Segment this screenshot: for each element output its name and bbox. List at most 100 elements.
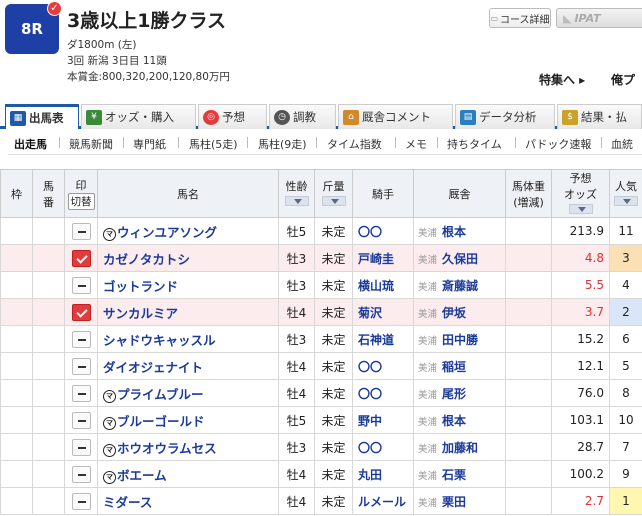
trainer-link[interactable]: 斎藤誠 (442, 279, 478, 293)
mark-toggle[interactable] (71, 357, 91, 375)
jockey-link[interactable]: 石神道 (358, 333, 394, 347)
table-icon: ▦ (10, 110, 26, 126)
subnav-umabashira-5[interactable]: 馬柱(5走) (189, 136, 238, 152)
popularity-cell: 5 (609, 352, 642, 380)
horse-name-link[interactable]: シャドウキャッスル (103, 333, 216, 348)
main-tabs: ▦ 出馬表 ¥ オッズ・購入 ◎ 予想 ◷ 調教 ⌂ 厩舎コメント ▤ データ分… (0, 104, 642, 129)
horse-name-link[interactable]: サンカルミア (103, 306, 178, 321)
mark-toggle[interactable] (71, 411, 91, 429)
mark-toggle[interactable] (71, 492, 91, 510)
sort-icon[interactable] (568, 204, 593, 214)
mark-toggle[interactable] (71, 222, 91, 240)
mark-switch-button[interactable]: 切替 (67, 193, 95, 210)
trainer-link[interactable]: 加藤和 (442, 441, 478, 455)
sort-icon[interactable] (614, 196, 638, 206)
ore-pro-link[interactable]: 俺プ (611, 71, 635, 88)
trainer-link[interactable]: 根本 (442, 414, 466, 428)
popularity-cell: 8 (609, 379, 642, 407)
subnav-keiba-shinbun[interactable]: 競馬新聞 (69, 136, 113, 152)
trainer-link[interactable]: 尾形 (442, 387, 466, 401)
subnav-umabashira-9[interactable]: 馬柱(9走) (258, 136, 307, 152)
age-cell: 牡4 (278, 298, 315, 326)
horse-name-link[interactable]: プライムブルー (117, 387, 204, 402)
trainer-link[interactable]: 伊坂 (442, 306, 466, 320)
subnav-time-index[interactable]: タイム指数 (327, 136, 382, 152)
jockey-link[interactable]: 菊沢 (358, 306, 382, 320)
race-distance: ダ1800m (左) (67, 39, 137, 51)
odds-cell: 12.1 (551, 352, 610, 380)
jockey-link[interactable]: 横山琉 (358, 279, 394, 293)
mark-toggle[interactable] (71, 330, 91, 348)
subnav-divider (8, 154, 642, 155)
jockey-link[interactable]: 〇〇 (358, 225, 382, 239)
trainer-link[interactable]: 稲垣 (442, 360, 466, 374)
horse-name-link[interactable]: ホウオウラムセス (117, 441, 217, 456)
sort-icon[interactable] (284, 196, 309, 206)
trainer-link[interactable]: 田中勝 (442, 333, 478, 347)
jockey-link[interactable]: 〇〇 (358, 360, 382, 374)
bodyweight-cell (505, 271, 552, 299)
horse-name-link[interactable]: ウィンユアソング (117, 225, 217, 240)
jockey-link[interactable]: 野中 (358, 414, 382, 428)
subnav-shussoba[interactable]: 出走馬 (14, 136, 47, 152)
tab-yoso[interactable]: ◎ 予想 (198, 104, 267, 129)
mark-toggle[interactable] (71, 438, 91, 456)
subnav-paddock[interactable]: パドック速報 (525, 136, 591, 152)
ipat-button[interactable]: ◣ IPAT (556, 8, 642, 28)
mark-toggle[interactable] (71, 384, 91, 402)
waku-cell (0, 352, 33, 380)
mark-toggle[interactable] (71, 465, 91, 483)
waku-cell (0, 487, 33, 515)
horse-name-link[interactable]: ブルーゴールド (117, 414, 205, 429)
col-odds: 予想 オッズ (551, 169, 610, 218)
table-row: ミダース 牡4 未定 ルメール 美浦 栗田 2.7 1 (0, 487, 642, 515)
horse-name-link[interactable]: ボエーム (117, 468, 167, 483)
subnav-mochi-time[interactable]: 持ちタイム (447, 136, 502, 152)
table-row: サンカルミア 牡4 未定 菊沢 美浦 伊坂 3.7 2 (0, 298, 642, 326)
trainer-link[interactable]: 久保田 (442, 252, 478, 266)
course-detail-button[interactable]: ▭ コース詳細 (489, 8, 551, 28)
age-cell: 牡4 (278, 352, 315, 380)
jockey-link[interactable]: ルメール (358, 495, 406, 509)
mark-checked-toggle[interactable] (71, 249, 91, 267)
trainer-link[interactable]: 栗田 (442, 495, 466, 509)
bodyweight-cell (505, 325, 552, 353)
jockey-link[interactable]: 〇〇 (358, 387, 382, 401)
horse-name-link[interactable]: ダイオジェナイト (103, 360, 203, 375)
umaban-cell (32, 325, 65, 353)
tab-shutsuba[interactable]: ▦ 出馬表 (5, 104, 79, 129)
mark-cell (64, 460, 98, 488)
subnav-ketto[interactable]: 血統 (611, 136, 633, 152)
subnav-memo[interactable]: メモ (405, 136, 427, 152)
mark-toggle[interactable] (71, 276, 91, 294)
tab-data-analysis[interactable]: ▤ データ分析 (455, 104, 555, 129)
bodyweight-cell (505, 244, 552, 272)
col-age-label: 性齢 (285, 180, 308, 193)
tab-stable-comment[interactable]: ⌂ 厩舎コメント (338, 104, 453, 129)
jockey-link[interactable]: 丸田 (358, 468, 382, 482)
horse-name-link[interactable]: ミダース (103, 495, 152, 510)
horse-name-link[interactable]: ゴットランド (103, 279, 178, 294)
trainer-link[interactable]: 石栗 (442, 468, 466, 482)
tab-chokyo[interactable]: ◷ 調教 (269, 104, 336, 129)
odds-cell: 15.2 (551, 325, 610, 353)
age-cell: 牡4 (278, 379, 315, 407)
special-feature-link[interactable]: 特集へ ▸ (539, 71, 585, 88)
jockey-cell: 野中 (352, 406, 414, 434)
jockey-link[interactable]: 〇〇 (358, 441, 382, 455)
subnav-separator (515, 137, 516, 148)
mark-cell (64, 298, 98, 326)
subnav-separator (59, 137, 60, 148)
stable-region: 美浦 (418, 227, 438, 239)
horse-name-link[interactable]: カゼノタカトシ (103, 252, 190, 267)
tab-results[interactable]: $ 結果・払 (557, 104, 642, 129)
stable-cell: 美浦 栗田 (413, 487, 506, 515)
jockey-link[interactable]: 戸崎圭 (358, 252, 394, 266)
sort-icon[interactable] (321, 196, 346, 206)
subnav-senmonshi[interactable]: 専門紙 (133, 136, 166, 152)
trainer-link[interactable]: 根本 (442, 225, 466, 239)
horse-name-cell: マブルーゴールド (97, 406, 279, 434)
mark-checked-toggle[interactable] (71, 303, 91, 321)
table-row: ダイオジェナイト 牡4 未定 〇〇 美浦 稲垣 12.1 5 (0, 352, 642, 380)
tab-odds[interactable]: ¥ オッズ・購入 (81, 104, 196, 129)
